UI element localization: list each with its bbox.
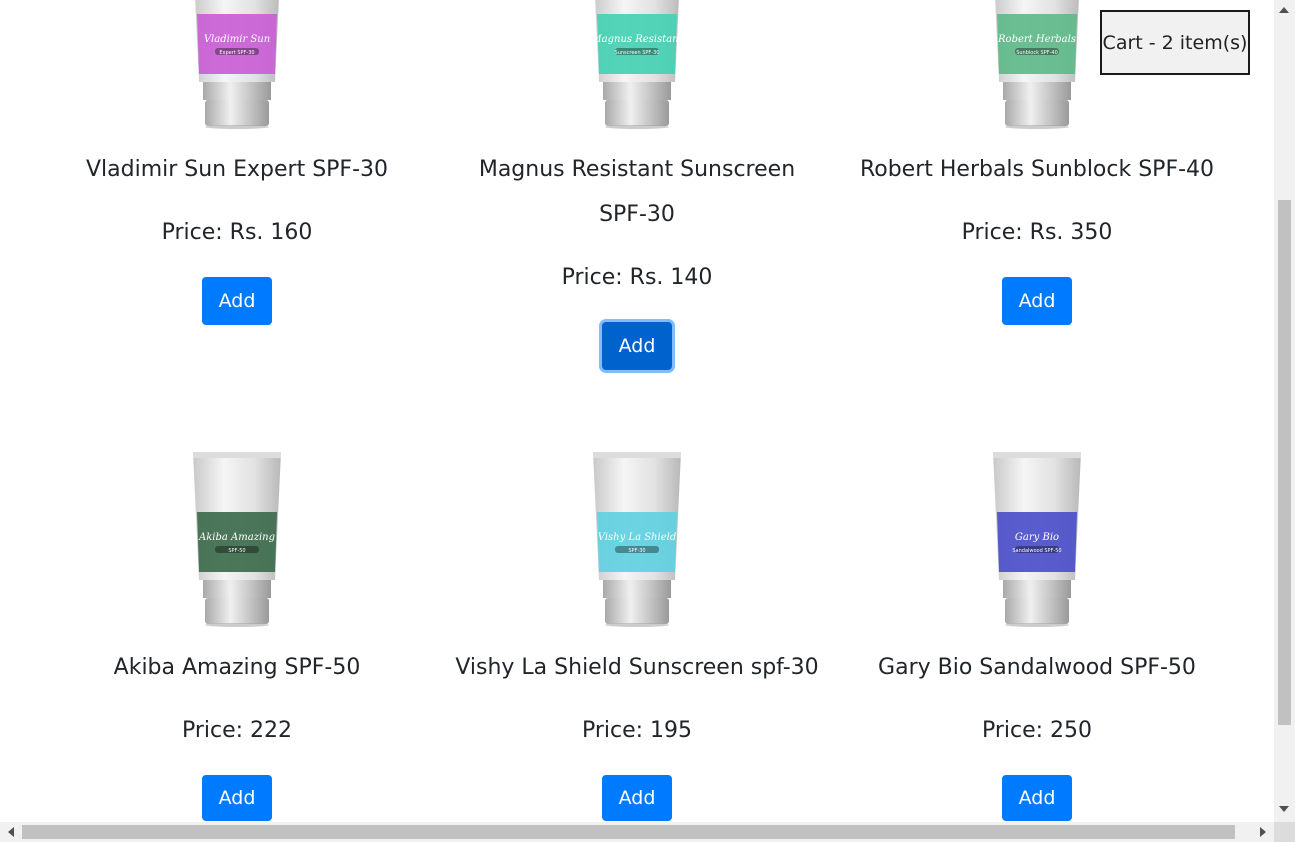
product-image: Vishy La Shield SPF-30 [587,448,687,628]
svg-text:SPF-30: SPF-30 [628,548,645,554]
page-viewport: Vladimir Sun Expert SPF-30 Vladimir Sun … [0,0,1274,822]
sunscreen-tube-icon: Akiba Amazing SPF-50 [193,452,281,627]
product-name: Vishy La Shield Sunscreen spf-30 [455,655,819,680]
product-image: Akiba Amazing SPF-50 [187,448,287,628]
product-price: Price: 195 [581,718,693,743]
sunscreen-tube-icon: Gary Bio Sandalwood SPF-50 [993,452,1081,627]
product-card: Vishy La Shield SPF-30 Vishy La Shield S… [437,0,837,822]
product-image: Gary Bio Sandalwood SPF-50 [987,448,1087,628]
cart-button[interactable]: Cart - 2 item(s) [1100,10,1250,75]
sunscreen-tube-icon: Vishy La Shield SPF-30 [593,452,681,627]
horizontal-scroll-thumb[interactable] [22,825,1235,839]
product-price: Price: 250 [981,718,1093,743]
add-to-cart-button[interactable]: Add [202,775,272,821]
product-name: Akiba Amazing SPF-50 [113,655,361,680]
scrollbar-corner [1274,822,1295,842]
svg-text:Gary Bio: Gary Bio [1015,532,1059,543]
product-price: Price: 222 [181,718,293,743]
svg-text:Vishy La Shield: Vishy La Shield [598,532,676,543]
svg-text:Sandalwood SPF-50: Sandalwood SPF-50 [1012,548,1061,554]
product-card: Akiba Amazing SPF-50 Akiba Amazing SPF-5… [37,0,437,822]
scroll-left-icon[interactable] [8,827,14,837]
scroll-right-icon[interactable] [1260,827,1266,837]
svg-text:SPF-50: SPF-50 [228,548,245,554]
svg-text:Akiba Amazing: Akiba Amazing [198,532,275,543]
add-to-cart-button[interactable]: Add [602,775,672,821]
vertical-scrollbar[interactable] [1274,0,1295,822]
scroll-down-icon[interactable] [1279,806,1289,812]
scroll-up-icon[interactable] [1279,7,1289,13]
product-name: Gary Bio Sandalwood SPF-50 [878,655,1196,680]
product-card: Gary Bio Sandalwood SPF-50 Gary Bio Sand… [837,0,1237,822]
horizontal-scrollbar[interactable] [0,822,1274,842]
vertical-scroll-thumb[interactable] [1278,200,1291,725]
add-to-cart-button[interactable]: Add [1002,775,1072,821]
